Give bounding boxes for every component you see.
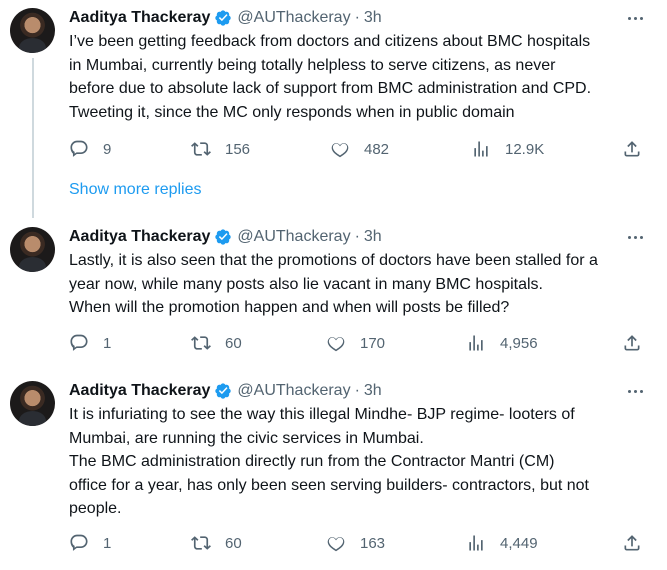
like-count: 170 [360,334,386,352]
like-count: 482 [364,140,390,158]
separator-dot: · [354,382,360,399]
tweet-text-line: Mumbai, are running the civic services i… [69,429,424,447]
tweet-actions: 9 156 482 12.9K [0,137,667,161]
like-icon [331,143,349,158]
timestamp[interactable]: 3h [364,382,382,400]
share-icon [624,335,640,351]
tweet[interactable]: Aaditya Thackeray @AUThackeray · 3h It i… [0,381,667,561]
author-name[interactable]: Aaditya Thackeray [69,382,210,400]
tweet-header: Aaditya Thackeray @AUThackeray · 3h [69,381,382,401]
tweet-text-line: in Mumbai, currently being totally helpl… [69,56,556,74]
views-count: 4,956 [500,334,538,352]
tweet-header: Aaditya Thackeray @AUThackeray · 3h [69,227,382,247]
retweet-count: 60 [225,334,242,352]
views-icon [474,141,488,157]
reply-icon [70,334,88,351]
verified-badge-icon [215,229,232,245]
like-button[interactable]: 482 [330,137,389,161]
tweet-header: Aaditya Thackeray @AUThackeray · 3h [69,8,382,28]
retweet-button[interactable]: 60 [191,331,242,355]
tweet-text: It is infuriating to see the way this il… [69,403,659,521]
tweet[interactable]: Aaditya Thackeray @AUThackeray · 3h Last… [0,227,667,357]
tweet-text-line: Tweeting it, since the MC only responds … [69,103,515,121]
tweet-text-line: It is infuriating to see the way this il… [69,406,575,423]
views-button[interactable]: 4,449 [466,531,538,555]
retweet-button[interactable]: 156 [191,137,250,161]
separator-dot: · [354,9,360,26]
reply-count: 1 [103,534,112,552]
share-icon [624,535,640,551]
reply-button[interactable]: 9 [69,137,111,161]
tweet-text-line: year now, while many posts also lie vaca… [69,275,543,293]
like-icon [327,337,345,352]
avatar[interactable] [10,381,55,426]
separator-dot: · [354,228,360,245]
tweet-actions: 1 60 163 4,449 [0,531,667,555]
tweet[interactable]: Aaditya Thackeray @AUThackeray · 3h I’ve… [0,8,667,168]
retweet-button[interactable]: 60 [191,531,242,555]
tweet-text: Lastly, it is also seen that the promoti… [69,249,659,320]
reply-icon [70,140,88,157]
reply-count: 9 [103,140,112,158]
views-icon [469,335,483,351]
views-button[interactable]: 12.9K [471,137,544,161]
share-button[interactable] [622,331,642,355]
tweet-text-line: people. [69,500,122,517]
reply-count: 1 [103,334,112,352]
reply-icon [70,534,88,551]
tweet-actions: 1 60 170 4,956 [0,331,667,355]
views-button[interactable]: 4,956 [466,331,538,355]
retweet-icon [191,336,211,350]
verified-badge-icon [215,383,232,399]
tweet-text-line: office for a year, has only been seen se… [69,476,589,494]
tweet-text-line: Lastly, it is also seen that the promoti… [69,252,598,269]
more-options-icon[interactable] [624,229,646,245]
like-button[interactable]: 163 [326,531,385,555]
timestamp[interactable]: 3h [364,9,382,27]
verified-badge-icon [215,10,232,26]
share-button[interactable] [622,531,642,555]
tweet-text-line: When will the promotion happen and when … [69,299,510,316]
tweet-text: I’ve been getting feedback from doctors … [69,30,659,124]
show-more-replies-link[interactable]: Show more replies [69,181,202,199]
author-name[interactable]: Aaditya Thackeray [69,228,210,246]
tweet-text-line: I’ve been getting feedback from doctors … [69,33,591,50]
tweet-text-line: The BMC administration directly run from… [69,453,555,470]
retweet-icon [191,142,211,156]
like-button[interactable]: 170 [326,331,385,355]
author-handle[interactable]: @AUThackeray [237,228,350,246]
share-icon [624,141,640,157]
views-icon [469,535,483,551]
tweet-text-line: before due to absolute lack of support f… [69,80,592,97]
retweet-count: 60 [225,534,242,552]
author-handle[interactable]: @AUThackeray [237,382,350,400]
retweet-icon [191,536,211,550]
retweet-count: 156 [225,140,251,158]
like-icon [327,537,345,552]
timestamp[interactable]: 3h [364,228,382,246]
like-count: 163 [360,534,386,552]
author-name[interactable]: Aaditya Thackeray [69,9,210,27]
more-options-icon[interactable] [624,383,646,399]
author-handle[interactable]: @AUThackeray [237,9,350,27]
reply-button[interactable]: 1 [69,331,111,355]
views-count: 12.9K [505,140,545,158]
views-count: 4,449 [500,534,538,552]
avatar[interactable] [10,8,55,53]
share-button[interactable] [622,137,642,161]
reply-button[interactable]: 1 [69,531,111,555]
more-options-icon[interactable] [624,10,646,26]
avatar[interactable] [10,227,55,272]
